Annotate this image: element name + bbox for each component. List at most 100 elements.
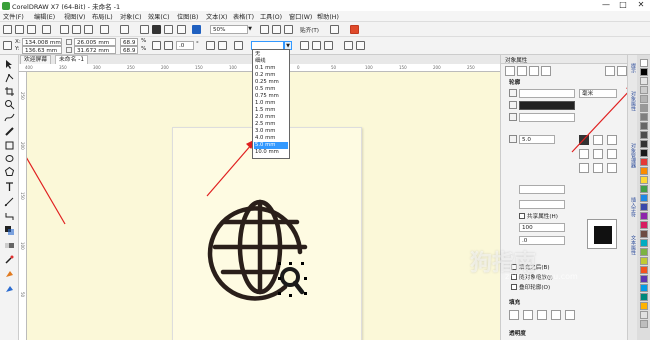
show-grid-icon[interactable] [284, 25, 293, 34]
color-swatch[interactable] [640, 203, 648, 211]
transparency-tool-icon[interactable] [4, 240, 15, 251]
outline-option-2mm[interactable]: 2.0 mm [254, 114, 288, 121]
new-document-icon[interactable] [3, 25, 12, 34]
to-back-icon[interactable] [312, 41, 321, 50]
docker-tab-object-manager[interactable]: 对象管理器 [629, 143, 637, 168]
color-swatch[interactable] [640, 149, 648, 157]
scale-x-field[interactable]: 68.9 [120, 38, 138, 46]
menu-effects[interactable]: 效果(C) [148, 12, 170, 21]
position-outside-icon[interactable] [579, 163, 589, 173]
undo-icon[interactable] [100, 25, 109, 34]
shape-tool-icon[interactable] [4, 73, 15, 84]
mirror-vertical-icon[interactable] [218, 41, 227, 50]
color-swatch[interactable] [640, 257, 648, 265]
color-swatch[interactable] [640, 158, 648, 166]
outline-option-2-5mm[interactable]: 2.5 mm [254, 121, 288, 128]
shared-properties-checkbox[interactable] [519, 213, 525, 219]
docker-tab-insert-character[interactable]: 插入字符 [629, 197, 637, 217]
color-swatch[interactable] [640, 221, 648, 229]
outline-option-5mm[interactable]: 5.0 mm [254, 142, 288, 149]
color-swatch[interactable] [640, 131, 648, 139]
menu-layout[interactable]: 布局(L) [92, 12, 113, 21]
outline-option-0-25mm[interactable]: 0.25 mm [254, 79, 288, 86]
import-icon[interactable] [152, 25, 161, 34]
outline-option-0-5mm[interactable]: 0.5 mm [254, 86, 288, 93]
outline-option-0-1mm[interactable]: 0.1 mm [254, 65, 288, 72]
color-swatch[interactable] [640, 194, 648, 202]
artistic-media-tool-icon[interactable] [4, 126, 15, 137]
position-center-icon[interactable] [593, 163, 603, 173]
pick-tool-icon[interactable] [4, 59, 15, 70]
color-swatch[interactable] [640, 302, 648, 310]
outline-option-3mm[interactable]: 3.0 mm [254, 128, 288, 135]
mirror-horizontal-icon[interactable] [206, 41, 215, 50]
paste-icon[interactable] [84, 25, 93, 34]
more-tabs-icon[interactable] [617, 66, 627, 76]
docker-tab-hints[interactable]: 提示 [629, 63, 637, 73]
frame-tab-icon[interactable] [605, 66, 615, 76]
parallel-dimension-tool-icon[interactable] [4, 197, 15, 208]
outline-pen-icon[interactable] [509, 89, 517, 97]
color-swatch[interactable] [640, 68, 648, 76]
character-tab-icon[interactable] [541, 66, 551, 76]
fill-tab-icon[interactable] [517, 66, 527, 76]
interactive-fill-tool-icon[interactable] [4, 269, 15, 280]
close-button[interactable]: ✕ [633, 0, 649, 11]
options-icon[interactable] [330, 25, 339, 34]
outline-option-hairline[interactable]: 细线 [254, 58, 288, 65]
smart-fill-tool-icon[interactable] [4, 284, 15, 295]
rotation-field[interactable]: .0 [176, 41, 194, 50]
miter-limit-field[interactable]: 100 [519, 223, 565, 232]
outline-tab-icon[interactable] [505, 66, 515, 76]
menu-file[interactable]: 文件(F) [3, 12, 24, 21]
outline-option-4mm[interactable]: 4.0 mm [254, 135, 288, 142]
start-arrowhead-field[interactable] [519, 185, 565, 194]
outline-option-10mm[interactable]: 10.0 mm [254, 149, 288, 156]
menu-object[interactable]: 对象(C) [120, 12, 142, 21]
height-field[interactable]: 31.672 mm [74, 46, 116, 54]
object-origin-icon[interactable] [3, 41, 12, 50]
color-swatch[interactable] [640, 284, 648, 292]
docker-tab-object-properties[interactable]: 对象属性 [629, 91, 637, 111]
menu-help[interactable]: 帮助(H) [317, 12, 339, 21]
transparency-tab-icon[interactable] [529, 66, 539, 76]
color-swatch[interactable] [640, 266, 648, 274]
menu-bitmaps[interactable]: 位图(B) [177, 12, 198, 21]
color-swatch[interactable] [640, 248, 648, 256]
export-icon[interactable] [164, 25, 173, 34]
menu-edit[interactable]: 编辑(E) [34, 12, 55, 21]
outline-option-0-75mm[interactable]: 0.75 mm [254, 93, 288, 100]
open-icon[interactable] [15, 25, 24, 34]
color-swatch[interactable] [640, 86, 648, 94]
tab-document[interactable]: 未命名 -1 [55, 55, 89, 64]
color-eyedropper-tool-icon[interactable] [4, 254, 15, 265]
uniform-fill-icon[interactable] [523, 310, 533, 320]
outline-width-dropdown-list[interactable]: 无 细线 0.1 mm 0.2 mm 0.25 mm 0.5 mm 0.75 m… [252, 49, 290, 159]
convert-to-curves-icon[interactable] [344, 41, 353, 50]
docker-tab-text-properties[interactable]: 文本属性 [629, 235, 637, 255]
color-swatch[interactable] [640, 275, 648, 283]
color-swatch[interactable] [640, 176, 648, 184]
to-front-icon[interactable] [300, 41, 309, 50]
freehand-tool-icon[interactable] [4, 112, 15, 123]
rectangle-tool-icon[interactable] [4, 140, 15, 151]
save-icon[interactable] [27, 25, 36, 34]
menu-text[interactable]: 文本(X) [206, 12, 227, 21]
color-swatch[interactable] [640, 122, 648, 130]
color-swatch[interactable] [640, 293, 648, 301]
quick-customize-icon[interactable] [356, 41, 365, 50]
fountain-fill-icon[interactable] [537, 310, 547, 320]
outline-pen-icon[interactable] [234, 41, 243, 50]
color-swatch[interactable] [640, 212, 648, 220]
text-tool-icon[interactable] [4, 181, 15, 192]
redo-icon[interactable] [120, 25, 129, 34]
drop-shadow-tool-icon[interactable] [4, 225, 15, 236]
app-launcher-icon[interactable] [192, 25, 201, 34]
minimize-button[interactable]: — [598, 0, 614, 11]
cut-icon[interactable] [60, 25, 69, 34]
connector-tool-icon[interactable] [4, 211, 15, 222]
color-swatch[interactable] [640, 311, 648, 319]
maximize-button[interactable]: □ [615, 0, 631, 11]
y-position-field[interactable]: 136.63 mm [22, 46, 62, 54]
position-inside-icon[interactable] [607, 163, 617, 173]
